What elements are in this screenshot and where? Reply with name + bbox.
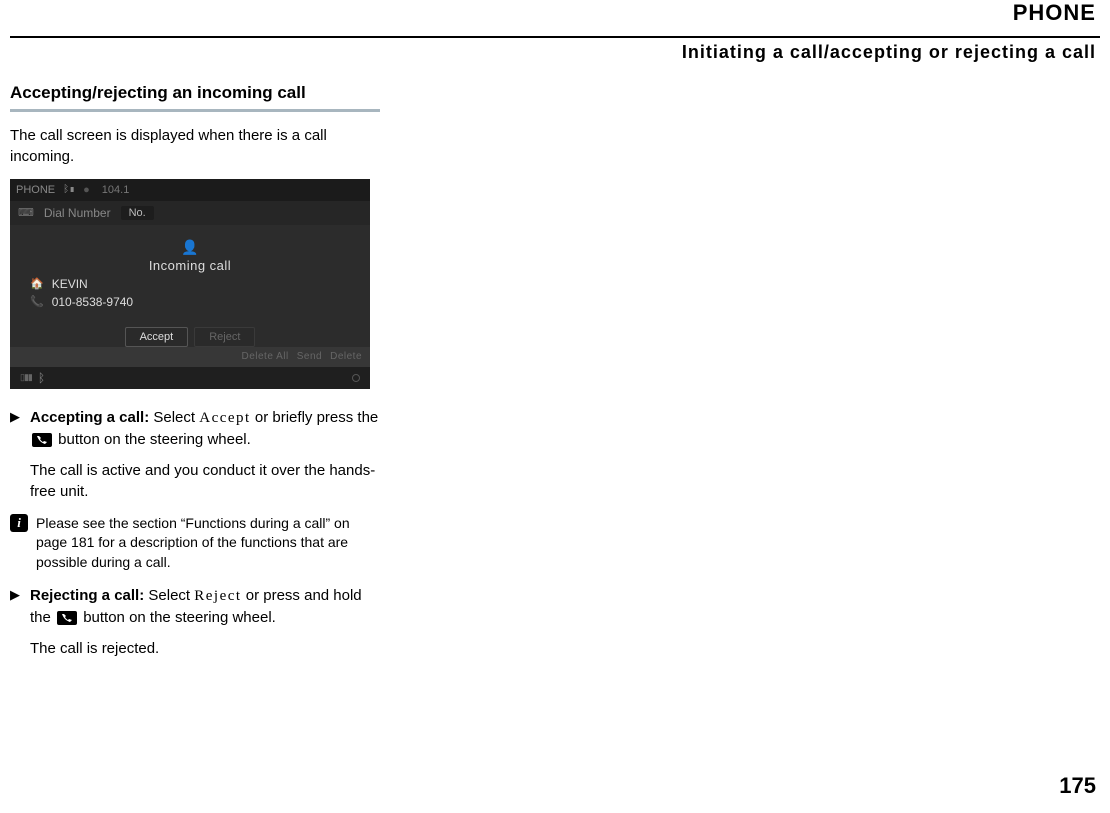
bullet-icon: ▶ (10, 585, 22, 628)
screen-incoming-label: Incoming call (10, 258, 370, 273)
screen-frequency: 104.1 (102, 184, 130, 196)
screen-reject-button: Reject (194, 327, 255, 347)
section-heading: Accepting/rejecting an incoming call (10, 82, 380, 112)
step-reject-post2: button on the steering wheel. (79, 609, 276, 626)
phone-screen-figure: PHONE ᛒ▮ ● 104.1 ⌨ Dial Number No. 👤 Inc… (10, 179, 370, 389)
caller-phone-icon: 📞 (30, 295, 44, 308)
step-reject-pre: Select (144, 587, 194, 604)
screen-footer-send: Send (297, 351, 322, 362)
section-title-header: Initiating a call/accepting or rejecting… (682, 42, 1096, 63)
screen-accept-button: Accept (125, 327, 189, 347)
step-reject-keyword: Reject (194, 588, 241, 604)
step-accept-post1: or briefly press the (251, 409, 379, 426)
screen-caller-name: KEVIN (52, 277, 88, 291)
page-number: 175 (1059, 773, 1096, 799)
step-reject-result: The call is rejected. (30, 638, 380, 659)
screen-footer-delete-all: Delete All (241, 351, 288, 362)
bluetooth-icon: ᛒ▮ (63, 184, 75, 195)
screen-dial-label: Dial Number (44, 206, 111, 220)
intro-paragraph: The call screen is displayed when there … (10, 126, 380, 167)
screen-top-label: PHONE (16, 184, 55, 196)
info-icon: i (10, 514, 28, 532)
step-accept-post2: button on the steering wheel. (54, 431, 251, 448)
step-reject-label: Rejecting a call: (30, 587, 144, 604)
bullet-icon: ▶ (10, 407, 22, 450)
incoming-icon: 👤 (10, 239, 370, 256)
phone-button-icon (32, 433, 52, 447)
info-note-text: Please see the section “Functions during… (36, 514, 380, 573)
step-accept: ▶ Accepting a call: Select Accept or bri… (10, 407, 380, 450)
signal-icon: ▯▮▮ (20, 372, 32, 383)
screen-footer-delete: Delete (330, 351, 362, 362)
step-accept-result: The call is active and you conduct it ov… (30, 460, 380, 502)
info-note-row: i Please see the section “Functions duri… (10, 514, 380, 573)
screen-caller-number: 010-8538-9740 (52, 295, 133, 309)
step-accept-label: Accepting a call: (30, 409, 149, 426)
chapter-title: PHONE (1013, 0, 1096, 26)
caller-home-icon: 🏠 (30, 277, 44, 290)
screen-dial-field: No. (121, 206, 154, 220)
step-accept-pre: Select (149, 409, 199, 426)
step-accept-keyword: Accept (199, 410, 250, 426)
bluetooth-icon-2: ᛒ (38, 371, 45, 385)
phone-button-icon (57, 611, 77, 625)
knob-icon (352, 374, 360, 382)
dial-icon: ⌨ (18, 206, 34, 219)
step-reject: ▶ Rejecting a call: Select Reject or pre… (10, 585, 380, 628)
